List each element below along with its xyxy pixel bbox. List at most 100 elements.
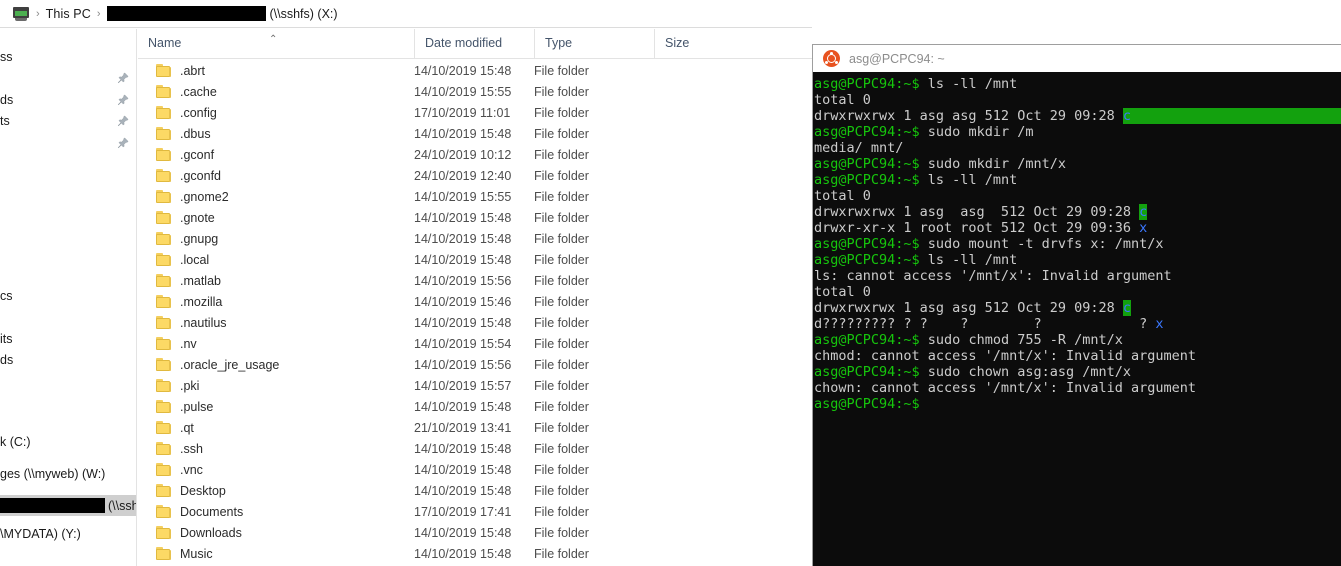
column-header-size[interactable]: Size (654, 29, 732, 58)
nav-item[interactable]: \MYDATA) (Y:) (0, 523, 136, 544)
table-row[interactable]: .gnome2 14/10/2019 15:55 File folder (138, 186, 812, 207)
table-row[interactable]: Desktop 14/10/2019 15:48 File folder (138, 480, 812, 501)
column-header-label: Date modified (425, 36, 503, 50)
file-type: File folder (534, 273, 589, 288)
file-name-cell[interactable]: .pulse (138, 400, 213, 414)
address-bar[interactable]: › This PC › (\\sshfs) (X:) (0, 0, 812, 28)
breadcrumb-redacted-folder[interactable] (106, 6, 266, 21)
file-name-cell[interactable]: .gnote (138, 211, 215, 225)
terminal-command: sudo chmod 755 -R /mnt/x (919, 332, 1123, 348)
sort-ascending-icon: ⌃ (269, 34, 278, 45)
nav-item[interactable]: cs (0, 285, 136, 306)
file-name-cell[interactable]: .ssh (138, 442, 203, 456)
navigation-pane[interactable]: ss ds ts cs its ds k (C:) ges (\\myweb) (W:) (\\… (0, 29, 137, 566)
column-header-type[interactable]: Type (534, 29, 654, 58)
nav-item[interactable]: its (0, 328, 136, 349)
column-header-date-modified[interactable]: Date modified (414, 29, 534, 58)
table-row[interactable]: .nv 14/10/2019 15:54 File folder (138, 333, 812, 354)
file-type: File folder (534, 336, 589, 351)
nav-item[interactable]: (\\ssh (0, 495, 137, 516)
table-row[interactable]: Downloads 14/10/2019 15:48 File folder (138, 522, 812, 543)
table-row[interactable]: .gconf 24/10/2019 10:12 File folder (138, 144, 812, 165)
table-row[interactable]: Music 14/10/2019 15:48 File folder (138, 543, 812, 564)
file-name-cell[interactable]: Music (138, 547, 213, 561)
file-list[interactable]: .abrt 14/10/2019 15:48 File folder .cache 14… (138, 60, 812, 566)
folder-icon (156, 442, 172, 455)
file-name-cell[interactable]: .mozilla (138, 295, 222, 309)
file-date-modified: 24/10/2019 12:40 (414, 168, 512, 183)
terminal-text: chmod: cannot access '/mnt/x': Invalid a… (814, 348, 1197, 364)
file-date-modified: 14/10/2019 15:48 (414, 126, 512, 141)
file-date-modified: 14/10/2019 15:48 (414, 63, 512, 78)
pin-icon[interactable] (117, 137, 129, 149)
file-name-cell[interactable]: Documents (138, 505, 243, 519)
terminal-title-bar[interactable]: asg@PCPC94: ~ (813, 45, 1341, 72)
file-name-cell[interactable]: .matlab (138, 274, 221, 288)
column-header-name[interactable]: Name ⌃ (138, 29, 396, 58)
column-header-label: Size (665, 36, 690, 50)
folder-icon (156, 358, 172, 371)
table-row[interactable]: .nautilus 14/10/2019 15:48 File folder (138, 312, 812, 333)
table-row[interactable]: Documents 17/10/2019 17:41 File folder (138, 501, 812, 522)
nav-item[interactable]: k (C:) (0, 431, 136, 452)
file-name-cell[interactable]: .gconfd (138, 169, 221, 183)
file-name-cell[interactable]: .gnupg (138, 232, 218, 246)
table-row[interactable]: .vnc 14/10/2019 15:48 File folder (138, 459, 812, 480)
table-row[interactable]: .gnote 14/10/2019 15:48 File folder (138, 207, 812, 228)
table-row[interactable]: .gconfd 24/10/2019 12:40 File folder (138, 165, 812, 186)
nav-item[interactable]: ts (0, 110, 136, 131)
file-name-cell[interactable]: .oracle_jre_usage (138, 358, 279, 372)
file-name-cell[interactable]: Desktop (138, 484, 226, 498)
file-name-cell[interactable]: .config (138, 106, 217, 120)
nav-item[interactable] (0, 67, 136, 88)
file-date-modified: 14/10/2019 15:48 (414, 462, 512, 477)
nav-item[interactable]: ss (0, 46, 136, 67)
nav-item[interactable]: ges (\\myweb) (W:) (0, 463, 136, 484)
file-name-cell[interactable]: .qt (138, 421, 194, 435)
table-row[interactable]: .qt 21/10/2019 13:41 File folder (138, 417, 812, 438)
file-name-cell[interactable]: .cache (138, 85, 217, 99)
table-row[interactable]: .local 14/10/2019 15:48 File folder (138, 249, 812, 270)
nav-item-label: (\\ssh (108, 498, 137, 513)
terminal-prompt: asg@PCPC94:~$ (814, 332, 920, 348)
file-name-cell[interactable]: .gconf (138, 148, 214, 162)
file-name-cell[interactable]: .nautilus (138, 316, 227, 330)
file-name-cell[interactable]: .abrt (138, 64, 205, 78)
file-name-cell[interactable]: .nv (138, 337, 197, 351)
table-row[interactable]: .cache 14/10/2019 15:55 File folder (138, 81, 812, 102)
file-name-cell[interactable]: .vnc (138, 463, 203, 477)
file-name-label: .vnc (180, 462, 203, 477)
pin-icon[interactable] (117, 72, 129, 84)
nav-item[interactable]: ds (0, 89, 136, 110)
file-name-cell[interactable]: Downloads (138, 526, 242, 540)
folder-icon (156, 379, 172, 392)
pin-icon[interactable] (117, 115, 129, 127)
table-row[interactable]: .config 17/10/2019 11:01 File folder (138, 102, 812, 123)
table-row[interactable]: .matlab 14/10/2019 15:56 File folder (138, 270, 812, 291)
file-type: File folder (534, 294, 589, 309)
table-row[interactable]: .gnupg 14/10/2019 15:48 File folder (138, 228, 812, 249)
terminal-directory-entry: c (1122, 300, 1131, 316)
table-row[interactable]: .oracle_jre_usage 14/10/2019 15:56 File fo… (138, 354, 812, 375)
pin-icon[interactable] (117, 94, 129, 106)
table-row[interactable]: .dbus 14/10/2019 15:48 File folder (138, 123, 812, 144)
breadcrumb-this-pc[interactable]: This PC (46, 7, 91, 21)
table-row[interactable]: .abrt 14/10/2019 15:48 File folder (138, 60, 812, 81)
nav-item[interactable]: ds (0, 349, 136, 370)
file-name-cell[interactable]: .gnome2 (138, 190, 229, 204)
folder-icon (156, 295, 172, 308)
file-name-cell[interactable]: .dbus (138, 127, 211, 141)
table-row[interactable]: .ssh 14/10/2019 15:48 File folder (138, 438, 812, 459)
file-name-cell[interactable]: .pki (138, 379, 199, 393)
table-row[interactable]: .pki 14/10/2019 15:57 File folder (138, 375, 812, 396)
table-row[interactable]: .pulse 14/10/2019 15:48 File folder (138, 396, 812, 417)
nav-item[interactable] (0, 132, 136, 153)
file-date-modified: 14/10/2019 15:48 (414, 231, 512, 246)
table-row[interactable]: .mozilla 14/10/2019 15:46 File folder (138, 291, 812, 312)
file-type: File folder (534, 126, 589, 141)
file-name-cell[interactable]: .local (138, 253, 209, 267)
file-date-modified: 21/10/2019 13:41 (414, 420, 512, 435)
folder-icon (156, 232, 172, 245)
terminal-output[interactable]: asg@PCPC94:~$ ls -ll /mnt total 0 drwxrwxr… (813, 72, 1341, 566)
folder-icon (156, 505, 172, 518)
